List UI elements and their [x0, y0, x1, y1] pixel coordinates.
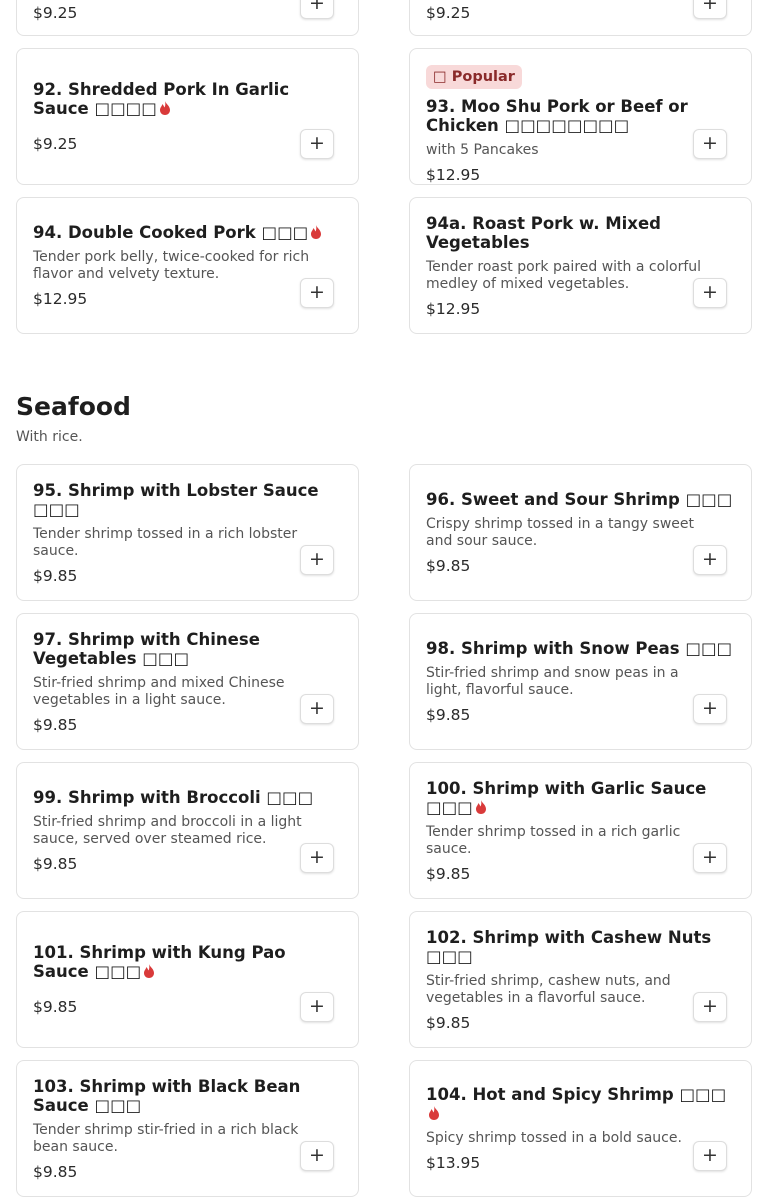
- menu-item-card[interactable]: 94a. Roast Pork w. Mixed Vegetables Tend…: [409, 197, 752, 334]
- item-title: 92. Shredded Pork In Garlic Sauce □□□□: [33, 80, 290, 118]
- item-description: Tender shrimp tossed in a rich garlic sa…: [426, 823, 681, 857]
- item-title: 94a. Roast Pork w. Mixed Vegetables: [426, 213, 661, 252]
- item-title: 103. Shrimp with Black Bean Sauce □□□: [33, 1077, 301, 1115]
- spicy-fire-icon: [429, 1106, 439, 1120]
- item-title: 94. Double Cooked Pork □□□: [33, 223, 342, 242]
- menu-item-card[interactable]: 102. Shrimp with Cashew Nuts □□□ Stir-fr…: [409, 911, 752, 1048]
- menu-item-card[interactable]: 104. Hot and Spicy Shrimp □□□ Spicy shri…: [409, 1060, 752, 1197]
- add-to-cart-button[interactable]: +: [300, 694, 334, 724]
- add-to-cart-button[interactable]: +: [300, 0, 334, 19]
- item-description: Tender shrimp tossed in a rich lobster s…: [33, 525, 298, 559]
- menu-item-card[interactable]: □ Popular 93. Moo Shu Pork or Beef or Ch…: [409, 48, 752, 185]
- item-price: $13.95: [426, 1154, 481, 1172]
- spicy-fire-icon: [159, 101, 170, 115]
- item-price: $9.85: [426, 1013, 471, 1032]
- add-to-cart-button[interactable]: +: [693, 0, 727, 19]
- add-to-cart-button[interactable]: +: [693, 992, 727, 1022]
- item-title: 101. Shrimp with Kung Pao Sauce □□□: [33, 943, 286, 981]
- item-price: $12.95: [33, 290, 88, 308]
- item-description: Crispy shrimp tossed in a tangy sweet an…: [426, 516, 694, 549]
- add-to-cart-button[interactable]: +: [693, 278, 727, 308]
- menu-item-card[interactable]: 92. Shredded Pork In Garlic Sauce □□□□ $…: [16, 48, 359, 185]
- add-to-cart-button[interactable]: +: [693, 129, 727, 159]
- menu-item-card[interactable]: 96. Sweet and Sour Shrimp □□□ Crispy shr…: [409, 464, 752, 601]
- item-title: 98. Shrimp with Snow Peas □□□: [426, 639, 733, 658]
- section-title: Seafood: [16, 392, 131, 421]
- item-description: Tender pork belly, twice-cooked for rich…: [33, 249, 310, 282]
- popular-badge: □ Popular: [426, 65, 522, 89]
- menu-item-card[interactable]: $9.25 +: [409, 0, 752, 36]
- add-to-cart-button[interactable]: +: [693, 843, 727, 873]
- item-description: Tender roast pork paired with a colorful…: [426, 258, 702, 292]
- item-price: $9.85: [33, 998, 78, 1016]
- menu-item-card[interactable]: 103. Shrimp with Black Bean Sauce □□□ Te…: [16, 1060, 359, 1197]
- add-to-cart-button[interactable]: +: [693, 1141, 727, 1171]
- item-price: $9.25: [426, 4, 471, 22]
- menu-item-card[interactable]: 95. Shrimp with Lobster Sauce □□□ Tender…: [16, 464, 359, 601]
- item-price: $9.85: [426, 864, 471, 883]
- add-to-cart-button[interactable]: +: [300, 545, 334, 575]
- spicy-fire-icon: [475, 799, 486, 814]
- add-to-cart-button[interactable]: +: [300, 992, 334, 1022]
- menu-item-card[interactable]: 94. Double Cooked Pork □□□ Tender pork b…: [16, 197, 359, 334]
- menu-item-card[interactable]: 99. Shrimp with Broccoli □□□ Stir-fried …: [16, 762, 359, 899]
- item-title: 100. Shrimp with Garlic Sauce □□□: [426, 778, 707, 817]
- spicy-fire-icon: [144, 964, 155, 978]
- item-price: $9.25: [33, 4, 78, 22]
- item-title: 93. Moo Shu Pork or Beef or Chicken □□□□…: [426, 97, 688, 135]
- item-description: Stir-fried shrimp, cashew nuts, and vege…: [426, 972, 671, 1006]
- add-to-cart-button[interactable]: +: [300, 843, 334, 873]
- item-price: $12.95: [426, 166, 481, 184]
- menu-item-card[interactable]: 98. Shrimp with Snow Peas □□□ Stir-fried…: [409, 613, 752, 750]
- item-price: $9.85: [426, 557, 471, 575]
- item-description: Stir-fried shrimp and snow peas in a lig…: [426, 665, 679, 698]
- item-description: Stir-fried shrimp and broccoli in a ligh…: [33, 814, 302, 847]
- item-price: $9.85: [33, 1163, 78, 1181]
- menu-item-card[interactable]: 100. Shrimp with Garlic Sauce □□□ Tender…: [409, 762, 752, 899]
- add-to-cart-button[interactable]: +: [693, 545, 727, 575]
- item-title: 97. Shrimp with Chinese Vegetables □□□: [33, 629, 260, 668]
- item-description: Stir-fried shrimp and mixed Chinese vege…: [33, 674, 285, 708]
- item-description: Tender shrimp stir-fried in a rich black…: [33, 1122, 299, 1155]
- spicy-fire-icon: [311, 225, 322, 239]
- item-title: 99. Shrimp with Broccoli □□□: [33, 788, 314, 807]
- add-to-cart-button[interactable]: +: [300, 278, 334, 308]
- item-title: 104. Hot and Spicy Shrimp □□□: [426, 1085, 735, 1123]
- add-to-cart-button[interactable]: +: [300, 1141, 334, 1171]
- item-price: $9.25: [33, 135, 78, 153]
- item-price: $9.85: [426, 706, 471, 724]
- item-description: Spicy shrimp tossed in a bold sauce.: [426, 1130, 682, 1146]
- item-price: $12.95: [426, 299, 481, 318]
- item-description: with 5 Pancakes: [426, 142, 539, 158]
- item-price: $9.85: [33, 566, 78, 585]
- add-to-cart-button[interactable]: +: [693, 694, 727, 724]
- item-title: 95. Shrimp with Lobster Sauce □□□: [33, 480, 319, 519]
- item-title: 102. Shrimp with Cashew Nuts □□□: [426, 927, 712, 966]
- section-subtitle: With rice.: [16, 429, 83, 445]
- item-title: 96. Sweet and Sour Shrimp □□□: [426, 490, 733, 509]
- menu-item-card[interactable]: $9.25 +: [16, 0, 359, 36]
- item-price: $9.85: [33, 715, 78, 734]
- add-to-cart-button[interactable]: +: [300, 129, 334, 159]
- menu-item-card[interactable]: 97. Shrimp with Chinese Vegetables □□□ S…: [16, 613, 359, 750]
- menu-item-card[interactable]: 101. Shrimp with Kung Pao Sauce □□□ $9.8…: [16, 911, 359, 1048]
- item-price: $9.85: [33, 855, 78, 873]
